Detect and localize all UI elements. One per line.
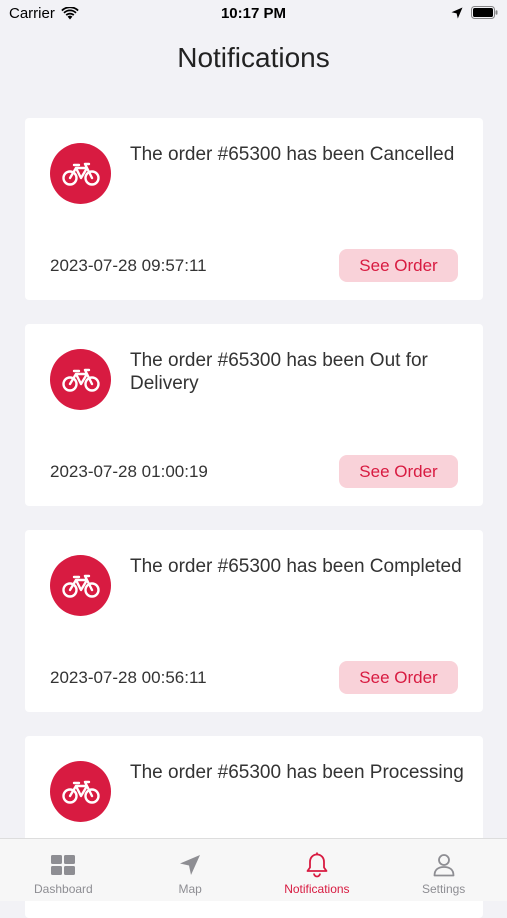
notification-timestamp: 2023-07-28 09:57:11	[50, 256, 207, 275]
bicycle-icon	[61, 780, 100, 804]
notification-title: The order #65300 has been Cancelled	[130, 144, 455, 165]
grid-icon	[50, 852, 76, 878]
bicycle-icon	[61, 574, 100, 598]
bicycle-avatar	[50, 761, 111, 822]
battery-icon	[471, 6, 498, 19]
tab-notifications[interactable]: Notifications	[254, 839, 381, 901]
notification-timestamp: 2023-07-28 01:00:19	[50, 462, 208, 481]
notification-card: The order #65300 has been Out for Delive…	[25, 324, 483, 506]
status-right	[451, 6, 498, 19]
location-arrow-icon	[451, 7, 463, 18]
bicycle-avatar	[50, 349, 111, 410]
bell-icon	[305, 852, 329, 878]
notification-title: The order #65300 has been Completed	[130, 556, 462, 577]
notification-title: The order #65300 has been Out for Delive…	[130, 350, 428, 394]
page-title: Notifications	[177, 42, 330, 73]
see-order-button[interactable]: See Order	[339, 455, 458, 488]
status-time: 10:17 PM	[220, 5, 287, 22]
person-icon	[432, 852, 456, 878]
bicycle-avatar	[50, 143, 111, 204]
notification-card: The order #65300 has been Cancelled 2023…	[25, 118, 483, 300]
tab-map[interactable]: Map	[127, 839, 254, 901]
notification-card: The order #65300 has been Completed 2023…	[25, 530, 483, 712]
status-bar: Carrier 10:17 PM	[0, 0, 507, 28]
bicycle-avatar	[50, 555, 111, 616]
see-order-button[interactable]: See Order	[339, 249, 458, 282]
location-arrow-icon	[178, 852, 202, 878]
tab-dashboard[interactable]: Dashboard	[0, 839, 127, 901]
notification-title: The order #65300 has been Processing	[130, 762, 464, 783]
tab-label: Notifications	[284, 882, 350, 896]
tab-label: Map	[178, 882, 202, 896]
tab-label: Settings	[421, 882, 466, 896]
bicycle-icon	[61, 162, 100, 186]
see-order-button[interactable]: See Order	[339, 661, 458, 694]
bicycle-icon	[61, 368, 100, 392]
tab-label: Dashboard	[34, 882, 93, 896]
tab-settings[interactable]: Settings	[380, 839, 507, 901]
notification-timestamp: 2023-07-28 00:56:11	[50, 668, 207, 687]
tab-bar: Dashboard Map Notifications Settings	[0, 838, 507, 901]
